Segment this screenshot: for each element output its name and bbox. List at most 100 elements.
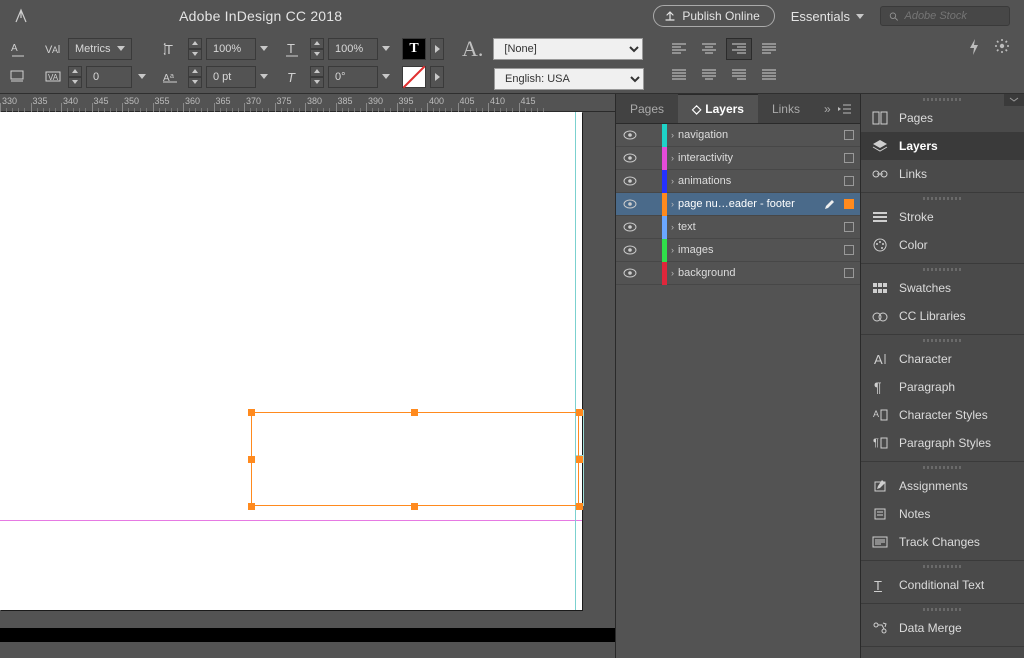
page[interactable] xyxy=(0,112,582,610)
resize-handle-s[interactable] xyxy=(411,503,418,510)
chevron-down-icon[interactable] xyxy=(382,74,390,79)
horizontal-ruler[interactable]: 3303353403453503553603653703753803853903… xyxy=(0,94,615,112)
disclosure-icon[interactable]: › xyxy=(671,153,674,163)
selection-square[interactable] xyxy=(844,199,854,209)
publish-online-button[interactable]: Publish Online xyxy=(653,5,774,27)
disclosure-icon[interactable]: › xyxy=(671,199,674,209)
visibility-icon[interactable] xyxy=(616,176,644,186)
resize-handle-ne[interactable] xyxy=(576,409,583,416)
skew-field[interactable]: 0° xyxy=(328,66,378,88)
disclosure-icon[interactable]: › xyxy=(671,245,674,255)
dock-item-links[interactable]: Links xyxy=(861,160,1024,188)
vscale-field[interactable]: 100% xyxy=(206,38,256,60)
disclosure-icon[interactable]: › xyxy=(671,176,674,186)
dock-item-cc-libraries[interactable]: CC Libraries xyxy=(861,302,1024,330)
hscale-spinner[interactable] xyxy=(310,38,324,60)
resize-handle-n[interactable] xyxy=(411,409,418,416)
document-canvas[interactable]: 3303353403453503553603653703753803853903… xyxy=(0,94,615,658)
justify-all-button[interactable] xyxy=(756,64,782,86)
selection-square[interactable] xyxy=(844,153,854,163)
dock-item-swatches[interactable]: Swatches xyxy=(861,274,1024,302)
justify-right-button[interactable] xyxy=(726,64,752,86)
workspace-switcher[interactable]: Essentials xyxy=(791,9,864,24)
dock-item-track-changes[interactable]: Track Changes xyxy=(861,528,1024,556)
dock-item-paragraph[interactable]: ¶Paragraph xyxy=(861,373,1024,401)
tracking-icon[interactable] xyxy=(6,66,32,88)
visibility-icon[interactable] xyxy=(616,268,644,278)
vscale-spinner[interactable] xyxy=(188,38,202,60)
char-stroke-tile[interactable] xyxy=(402,66,426,88)
visibility-icon[interactable] xyxy=(616,153,644,163)
panel-collapse-icon[interactable]: » xyxy=(824,102,828,116)
hscale-field[interactable]: 100% xyxy=(328,38,378,60)
dock-item-data-merge[interactable]: Data Merge xyxy=(861,614,1024,642)
char-style-select[interactable]: [None] xyxy=(493,38,643,60)
align-left-button[interactable] xyxy=(666,38,692,60)
dock-item-color[interactable]: Color xyxy=(861,231,1024,259)
dock-item-character[interactable]: ACharacter xyxy=(861,345,1024,373)
tracking-field[interactable]: 0 xyxy=(86,66,132,88)
layer-row[interactable]: ›navigation xyxy=(616,124,860,147)
panel-collapse-handle[interactable] xyxy=(1004,94,1024,106)
resize-handle-e[interactable] xyxy=(576,456,583,463)
tab-links[interactable]: Links xyxy=(758,94,814,123)
leading-icon[interactable]: A xyxy=(6,38,32,60)
visibility-icon[interactable] xyxy=(616,222,644,232)
selection-square[interactable] xyxy=(844,222,854,232)
chevron-down-icon[interactable] xyxy=(382,46,390,51)
layer-row[interactable]: ›animations xyxy=(616,170,860,193)
visibility-icon[interactable] xyxy=(616,245,644,255)
char-fill-tile[interactable]: T xyxy=(402,38,426,60)
dock-item-stroke[interactable]: Stroke xyxy=(861,203,1024,231)
skew-spinner[interactable] xyxy=(310,66,324,88)
tracking-spinner[interactable] xyxy=(68,66,82,88)
align-justify-button[interactable] xyxy=(756,38,782,60)
kerning-combo[interactable]: Metrics xyxy=(68,38,132,60)
dock-item-paragraph-styles[interactable]: ¶Paragraph Styles xyxy=(861,429,1024,457)
justify-center-button[interactable] xyxy=(696,64,722,86)
baseline-field[interactable]: 0 pt xyxy=(206,66,256,88)
layer-row[interactable]: ›page nu…eader - footer xyxy=(616,193,860,216)
chevron-down-icon[interactable] xyxy=(260,46,268,51)
dock-item-character-styles[interactable]: ACharacter Styles xyxy=(861,401,1024,429)
layer-row[interactable]: ›interactivity xyxy=(616,147,860,170)
stock-search[interactable] xyxy=(880,6,1010,26)
dock-item-assignments[interactable]: Assignments xyxy=(861,472,1024,500)
panel-menu-icon[interactable] xyxy=(838,104,852,114)
language-select[interactable]: English: USA xyxy=(494,68,644,90)
dock-item-notes[interactable]: Notes xyxy=(861,500,1024,528)
next-style-button[interactable] xyxy=(430,38,444,60)
selection-square[interactable] xyxy=(844,130,854,140)
baseline-spinner[interactable] xyxy=(188,66,202,88)
layer-list[interactable]: ›navigation›interactivity›animations›pag… xyxy=(616,124,860,658)
disclosure-icon[interactable]: › xyxy=(671,222,674,232)
resize-handle-se[interactable] xyxy=(576,503,583,510)
layer-row[interactable]: ›background xyxy=(616,262,860,285)
next-style-button-2[interactable] xyxy=(430,66,444,88)
tab-layers[interactable]: ◇Layers xyxy=(678,94,758,123)
tab-pages[interactable]: Pages xyxy=(616,94,678,123)
selection-square[interactable] xyxy=(844,268,854,278)
selected-frame[interactable] xyxy=(251,412,579,506)
resize-handle-sw[interactable] xyxy=(248,503,255,510)
control-menu-icon[interactable] xyxy=(994,38,1010,54)
chevron-down-icon[interactable] xyxy=(260,74,268,79)
align-right-button[interactable] xyxy=(726,38,752,60)
disclosure-icon[interactable]: › xyxy=(671,130,674,140)
justify-left-button[interactable] xyxy=(666,64,692,86)
quick-apply-icon[interactable] xyxy=(968,38,980,56)
visibility-icon[interactable] xyxy=(616,130,644,140)
align-center-button[interactable] xyxy=(696,38,722,60)
dock-item-pages[interactable]: Pages xyxy=(861,104,1024,132)
chevron-down-icon[interactable] xyxy=(138,74,146,79)
resize-handle-w[interactable] xyxy=(248,456,255,463)
visibility-icon[interactable] xyxy=(616,199,644,209)
stock-search-input[interactable] xyxy=(904,10,1001,22)
selection-square[interactable] xyxy=(844,245,854,255)
selection-square[interactable] xyxy=(844,176,854,186)
layer-row[interactable]: ›text xyxy=(616,216,860,239)
disclosure-icon[interactable]: › xyxy=(671,268,674,278)
resize-handle-nw[interactable] xyxy=(248,409,255,416)
layer-row[interactable]: ›images xyxy=(616,239,860,262)
dock-item-layers[interactable]: Layers xyxy=(861,132,1024,160)
